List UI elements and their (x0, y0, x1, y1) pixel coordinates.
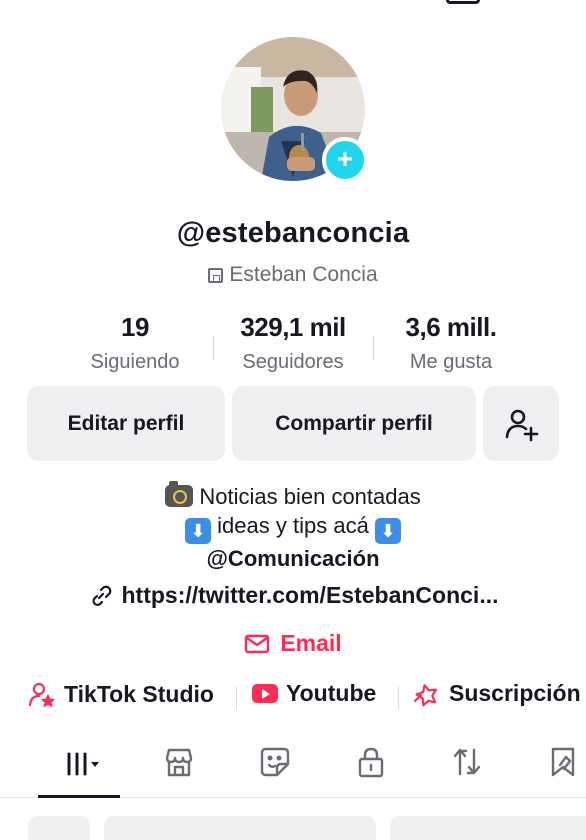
share-profile-button[interactable]: Compartir perfil (232, 386, 476, 461)
stat-following-value: 19 (121, 312, 149, 342)
stats-row: 19 Siguiendo 329,1 mil Seguidores 3,6 mi… (0, 312, 586, 382)
tab-stickers[interactable] (246, 740, 304, 798)
profile-link[interactable]: https://twitter.com/EstebanConci... (0, 582, 586, 609)
mail-icon (245, 634, 270, 653)
email-label: Email (280, 630, 342, 656)
youtube-label: Youtube (286, 680, 377, 706)
store-badge-icon (208, 267, 224, 283)
link-icon (91, 585, 111, 606)
profile-content-tabs (0, 740, 586, 798)
filter-chip[interactable] (28, 816, 90, 840)
youtube-link[interactable]: Youtube (252, 680, 376, 707)
store-icon (165, 748, 193, 777)
top-bar-icon-fragment[interactable] (446, 0, 480, 4)
email-button[interactable]: Email (0, 630, 586, 657)
creator-star-icon (28, 682, 56, 708)
avatar-container[interactable]: + (221, 37, 368, 183)
bio-line-1: Noticias bien contadas (0, 481, 586, 511)
down-arrow-icon: ⬇ (185, 518, 212, 544)
sticker-icon (260, 747, 290, 777)
bookmark-icon (551, 747, 575, 777)
edit-profile-button[interactable]: Editar perfil (27, 386, 225, 461)
stat-followers-label: Seguidores (242, 351, 344, 373)
extras-divider (236, 687, 237, 709)
stat-followers[interactable]: 329,1 mil Seguidores (228, 312, 358, 374)
subscription-link[interactable]: Suscripción (413, 680, 581, 707)
tab-shop[interactable] (150, 740, 208, 798)
profile-username: @estebanconcia (176, 217, 410, 249)
profile-display-name: Esteban Concia (229, 263, 378, 286)
profile-bio: Noticias bien contadas ⬇ ideas y tips ac… (0, 481, 586, 573)
tab-videos[interactable] (38, 740, 120, 798)
subscription-icon (413, 683, 438, 706)
add-story-button[interactable]: + (322, 137, 368, 183)
stat-divider (213, 336, 214, 360)
bio-line-1-text: Noticias bien contadas (199, 484, 421, 509)
add-friend-button[interactable] (483, 386, 559, 461)
profile-link-text: https://twitter.com/EstebanConci... (121, 582, 499, 608)
filter-chip[interactable] (390, 816, 586, 840)
tab-reposts[interactable] (438, 740, 496, 798)
plus-icon: + (336, 143, 354, 174)
stat-likes[interactable]: 3,6 mill. Me gusta (392, 312, 510, 374)
tab-private[interactable] (342, 740, 400, 798)
down-arrow-icon: ⬇ (374, 518, 401, 544)
stat-likes-value: 3,6 mill. (405, 312, 497, 342)
tab-favorites[interactable] (534, 740, 586, 798)
extras-divider (398, 687, 399, 709)
youtube-icon (252, 684, 278, 703)
filter-chip[interactable] (104, 816, 376, 840)
person-plus-icon (505, 409, 539, 441)
lock-icon (358, 747, 384, 778)
grid-icon (67, 752, 99, 776)
content-filter-row (0, 816, 586, 840)
stat-likes-label: Me gusta (409, 351, 493, 373)
camera-flash-icon (165, 481, 194, 507)
tab-active-indicator (38, 795, 120, 798)
subscription-label: Suscripción (449, 680, 581, 706)
tiktok-studio-link[interactable]: TikTok Studio (28, 680, 214, 708)
stat-divider (373, 336, 374, 360)
bio-line-2-text: ideas y tips acá (217, 513, 369, 538)
stat-following[interactable]: 19 Siguiendo (80, 312, 190, 374)
stat-following-label: Siguiendo (90, 351, 180, 373)
repost-icon (453, 748, 481, 776)
bio-mention[interactable]: @Comunicación (0, 544, 586, 573)
profile-display-name-row: Esteban Concia (0, 263, 586, 287)
profile-extras-row: TikTok Studio Youtube Suscripción (0, 680, 586, 714)
bio-line-2: ⬇ ideas y tips acá ⬇ (0, 511, 586, 544)
tiktok-studio-label: TikTok Studio (64, 680, 214, 707)
stat-followers-value: 329,1 mil (240, 312, 346, 342)
